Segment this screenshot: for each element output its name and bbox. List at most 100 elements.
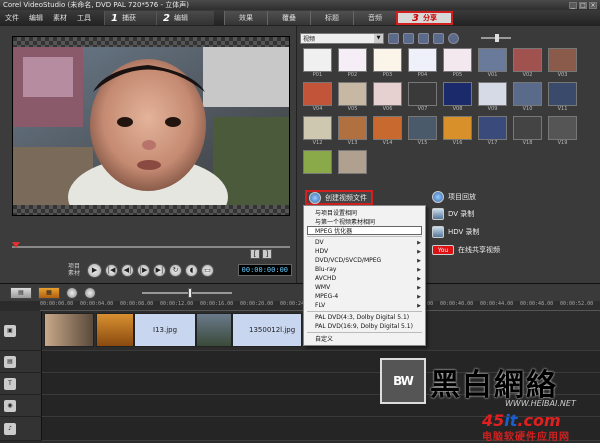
fullscreen-icon[interactable]: ▭ [201, 263, 215, 277]
mark-out-button[interactable]: ] [262, 249, 272, 259]
expand-icon[interactable] [448, 32, 459, 44]
dropdown-item[interactable]: PAL DVD(4:3, Dolby Digital 5.1) [304, 313, 425, 322]
library-category-select[interactable]: 视频 ▼ [300, 32, 384, 44]
library-thumb[interactable]: V12 [302, 116, 333, 149]
dropdown-item[interactable]: DV ▶ [304, 238, 425, 247]
dropdown-item[interactable]: MPEG 优化器 [307, 226, 422, 235]
library-thumb[interactable]: V19 [547, 116, 578, 149]
library-thumb[interactable]: P02 [337, 48, 368, 81]
menu-tools[interactable]: 工具 [72, 13, 96, 23]
import-icon[interactable] [403, 32, 414, 44]
music-track-header[interactable]: ♪ [0, 417, 42, 441]
menu-edit[interactable]: 编辑 [24, 13, 48, 23]
repeat-icon[interactable]: ↻ [169, 263, 183, 277]
library-thumb[interactable]: P04 [407, 48, 438, 81]
library-thumb[interactable]: V18 [512, 116, 543, 149]
dropdown-item[interactable]: DVD/VCD/SVCD/MPEG ▶ [304, 256, 425, 265]
dropdown-item-label: MPEG-4 [315, 293, 339, 300]
thumbnail-size-slider[interactable] [481, 34, 511, 42]
dropdown-item[interactable]: HDV ▶ [304, 247, 425, 256]
create-video-file-button[interactable]: 创建视频文件 [305, 190, 373, 205]
tab-share[interactable]: 3 分享 [396, 11, 453, 25]
dropdown-item[interactable]: AVCHD ▶ [304, 274, 425, 283]
voice-track-header[interactable]: ◉ [0, 395, 42, 417]
play-icon[interactable]: ▶ [87, 262, 103, 278]
hdv-record-button[interactable]: HDV 录制 [432, 226, 480, 238]
dv-record-button[interactable]: DV 录制 [432, 208, 474, 220]
library-thumb[interactable]: V05 [337, 82, 368, 115]
clip-image-2[interactable]: 1350012l.jpg [232, 313, 302, 347]
options-icon[interactable] [433, 32, 444, 44]
library-thumb[interactable]: V17 [477, 116, 508, 149]
dropdown-item[interactable]: FLV ▶ [304, 301, 425, 310]
dropdown-item[interactable]: PAL DVD(16:9, Dolby Digital 5.1) [304, 322, 425, 331]
clip-transition[interactable] [96, 313, 134, 347]
prev-icon[interactable]: ◀| [121, 263, 135, 277]
online-share-button[interactable]: You 在线共享视频 [432, 245, 500, 255]
clip-image-1[interactable]: I13.jpg [134, 313, 196, 347]
tab-audio[interactable]: 音频 [353, 11, 396, 25]
volume-icon[interactable]: ◖ [185, 263, 199, 277]
transport-bar: 项目 素材 ▶ |◀ ◀| |▶ ▶| ↻ ◖ ▭ 00:00:00:00 [12, 262, 292, 278]
tab-overlay[interactable]: 覆叠 [267, 11, 310, 25]
timeline-view-button[interactable]: ▦ [38, 286, 60, 299]
library-thumb[interactable]: V01 [477, 48, 508, 81]
dropdown-item[interactable]: MPEG-4 ▶ [304, 292, 425, 301]
library-thumb[interactable]: P03 [372, 48, 403, 81]
step-capture[interactable]: 1 捕获 [104, 11, 156, 25]
mark-in-button[interactable]: [ [250, 249, 260, 259]
library-thumb[interactable]: V16 [442, 116, 473, 149]
close-button[interactable]: × [589, 1, 597, 9]
dropdown-item[interactable]: WMV ▶ [304, 283, 425, 292]
library-thumb[interactable]: V09 [477, 82, 508, 115]
overlay-track-header[interactable]: ▤ [0, 351, 42, 373]
maximize-button[interactable]: □ [579, 1, 587, 9]
library-thumb[interactable]: V03 [547, 48, 578, 81]
menu-file[interactable]: 文件 [0, 13, 24, 23]
library-thumb[interactable] [302, 150, 333, 183]
title-track-header[interactable]: T [0, 373, 42, 395]
library-thumb[interactable]: V14 [372, 116, 403, 149]
preview-scrub-bar[interactable] [12, 242, 290, 250]
tab-effect[interactable]: 效果 [224, 11, 267, 25]
dropdown-item[interactable]: Blu-ray ▶ [304, 265, 425, 274]
library-thumb[interactable]: V08 [442, 82, 473, 115]
library-thumb[interactable]: V15 [407, 116, 438, 149]
mode-project[interactable]: 项目 [68, 263, 80, 270]
project-playback-button[interactable]: 项目回放 [432, 191, 476, 203]
scrub-marker[interactable] [12, 242, 20, 248]
video-preview[interactable] [12, 36, 290, 216]
library-thumb[interactable]: V11 [547, 82, 578, 115]
zoom-knob[interactable] [188, 287, 192, 298]
timecode-display[interactable]: 00:00:00:00 [237, 264, 292, 276]
video-track-header[interactable]: ▣ [0, 311, 42, 351]
library-thumb[interactable]: P01 [302, 48, 333, 81]
dropdown-item[interactable]: 与项目设置相同 [304, 208, 425, 217]
tab-title[interactable]: 标题 [310, 11, 353, 25]
library-thumb[interactable] [337, 150, 368, 183]
library-thumb[interactable]: V13 [337, 116, 368, 149]
mode-clip[interactable]: 素材 [68, 270, 80, 277]
library-thumb[interactable]: V06 [372, 82, 403, 115]
storyboard-view-button[interactable]: ▤ [10, 286, 32, 299]
next-icon[interactable]: |▶ [137, 263, 151, 277]
undo-icon[interactable] [66, 286, 78, 299]
library-thumb[interactable]: V10 [512, 82, 543, 115]
library-thumb[interactable]: V04 [302, 82, 333, 115]
redo-icon[interactable] [84, 286, 96, 299]
dropdown-item[interactable]: 与第一个视频素材相同 [304, 217, 425, 226]
timeline-zoom-slider[interactable] [142, 287, 232, 298]
minimize-button[interactable]: _ [569, 1, 577, 9]
step-edit[interactable]: 2 编辑 [156, 11, 214, 25]
clip-baby[interactable] [44, 313, 94, 347]
clip-thumb-2[interactable] [196, 313, 232, 347]
sort-icon[interactable] [418, 32, 429, 44]
folder-open-icon[interactable] [388, 32, 399, 44]
library-thumb[interactable]: P05 [442, 48, 473, 81]
library-thumb[interactable]: V07 [407, 82, 438, 115]
end-icon[interactable]: ▶| [153, 263, 167, 277]
menu-clip[interactable]: 素材 [48, 13, 72, 23]
dropdown-item[interactable]: 自定义 [304, 334, 425, 343]
home-icon[interactable]: |◀ [105, 263, 119, 277]
library-thumb[interactable]: V02 [512, 48, 543, 81]
